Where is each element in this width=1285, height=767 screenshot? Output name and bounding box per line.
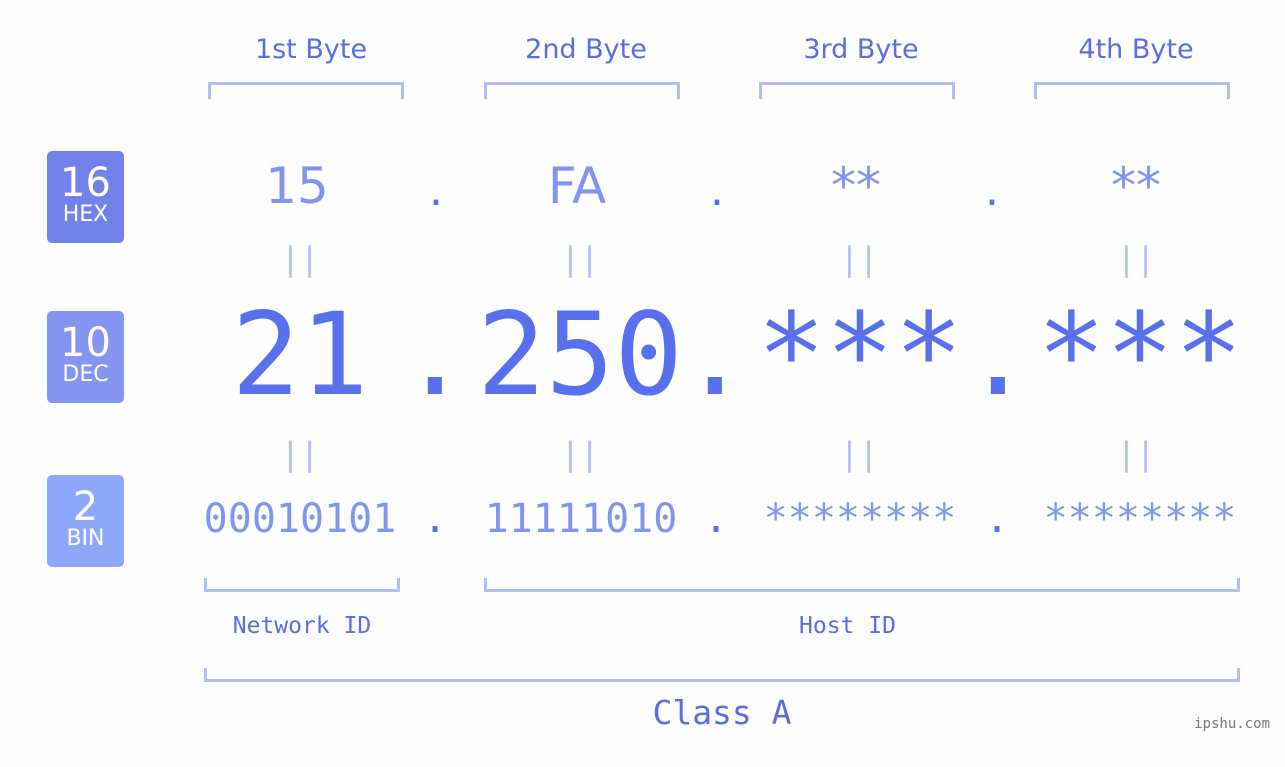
byte-header-4: 4th Byte <box>1078 34 1194 65</box>
dec-byte-2: 250 <box>477 288 683 421</box>
hex-byte-3: ** <box>831 157 881 215</box>
dec-byte-4: *** <box>1037 288 1243 421</box>
byte-header-3: 3rd Byte <box>803 34 919 65</box>
hex-separator-1: . <box>429 165 443 216</box>
byte-bracket-1 <box>208 82 404 99</box>
dec-separator-2: . <box>680 288 750 421</box>
equals-dec-bin-1: || <box>280 435 320 473</box>
dec-separator-1: . <box>400 288 470 421</box>
byte-bracket-3 <box>759 82 955 99</box>
hex-base: 16 <box>60 160 111 206</box>
equals-hex-dec-1: || <box>280 240 320 278</box>
equals-hex-dec-2: || <box>560 240 600 278</box>
byte-bracket-2 <box>484 82 680 99</box>
host-id-bracket <box>484 578 1240 592</box>
dec-badge: 10 DEC <box>47 311 124 403</box>
byte-bracket-4 <box>1034 82 1230 99</box>
equals-dec-bin-4: || <box>1116 435 1156 473</box>
hex-separator-3: . <box>985 165 999 216</box>
dec-byte-1: 21 <box>231 288 369 421</box>
hex-badge: 16 HEX <box>47 151 124 243</box>
bin-byte-2: 11111010 <box>484 496 678 542</box>
network-id-label: Network ID <box>232 613 372 639</box>
equals-dec-bin-3: || <box>839 435 879 473</box>
equals-hex-dec-4: || <box>1116 240 1156 278</box>
dec-base: 10 <box>60 320 111 366</box>
hex-byte-4: ** <box>1111 157 1161 215</box>
bin-badge: 2 BIN <box>47 475 124 567</box>
class-label: Class A <box>652 693 792 732</box>
dec-byte-3: *** <box>757 288 963 421</box>
equals-hex-dec-3: || <box>839 240 879 278</box>
bin-byte-4: ******** <box>1043 496 1237 542</box>
equals-dec-bin-2: || <box>560 435 600 473</box>
watermark: ipshu.com <box>1194 716 1270 732</box>
byte-header-1: 1st Byte <box>254 34 368 65</box>
class-bracket <box>204 668 1240 682</box>
dec-label: DEC <box>62 362 109 387</box>
hex-byte-1: 15 <box>265 157 329 215</box>
network-id-bracket <box>204 578 400 592</box>
bin-byte-3: ******** <box>763 496 957 542</box>
hex-separator-2: . <box>710 165 724 216</box>
dec-separator-3: . <box>963 288 1033 421</box>
host-id-label: Host ID <box>799 613 896 639</box>
hex-label: HEX <box>62 202 109 227</box>
byte-header-2: 2nd Byte <box>525 34 647 65</box>
bin-byte-1: 00010101 <box>203 496 397 542</box>
hex-byte-2: FA <box>547 157 607 215</box>
bin-base: 2 <box>72 484 99 530</box>
bin-label: BIN <box>66 526 105 551</box>
